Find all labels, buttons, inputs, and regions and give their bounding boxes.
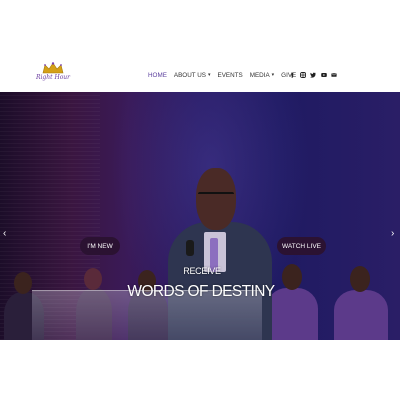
hero-title: WORDS OF DESTINY (127, 283, 275, 300)
logo-text: Right Hour (36, 74, 71, 81)
nav-item-events[interactable]: EVENTS (218, 72, 243, 79)
social-links (289, 70, 342, 80)
main-nav: HOME ABOUT US ▾ EVENTS MEDIA ▾ GIVE (148, 70, 303, 80)
youtube-icon[interactable] (320, 72, 327, 78)
microphone (186, 240, 194, 256)
site-header: Right Hour HOME ABOUT US ▾ EVENTS MEDIA … (0, 0, 400, 92)
nav-item-about-us[interactable]: ABOUT US ▾ (174, 72, 211, 79)
watch-live-button[interactable]: WATCH LIVE (277, 237, 326, 255)
email-icon[interactable] (331, 72, 337, 78)
chevron-down-icon: ▾ (271, 72, 275, 78)
chevron-left-icon[interactable]: ‹ (3, 228, 6, 239)
nav-label-home: HOME (148, 71, 167, 79)
twitter-icon[interactable] (310, 72, 316, 78)
crown-icon (42, 62, 64, 74)
hero-subtitle: RECEIVE (183, 266, 221, 276)
choir-member (334, 290, 388, 340)
nav-label-media: MEDIA (249, 71, 270, 79)
chevron-right-icon[interactable]: › (391, 228, 394, 239)
chevron-down-icon: ▾ (207, 72, 211, 78)
site-logo[interactable]: Right Hour (36, 62, 70, 88)
pastor-head (196, 168, 236, 230)
choir-member-head (14, 272, 32, 294)
nav-item-home[interactable]: HOME (148, 72, 167, 79)
facebook-icon[interactable] (289, 72, 295, 78)
instagram-icon[interactable] (299, 72, 306, 78)
choir-member-head (350, 266, 370, 292)
nav-item-media[interactable]: MEDIA ▾ (250, 72, 274, 79)
nav-label-about-us: ABOUT US (173, 71, 206, 79)
glasses (198, 192, 234, 198)
im-new-button[interactable]: I'M NEW (80, 237, 120, 255)
choir-member-head (84, 268, 102, 290)
nav-label-events: EVENTS (217, 71, 243, 79)
